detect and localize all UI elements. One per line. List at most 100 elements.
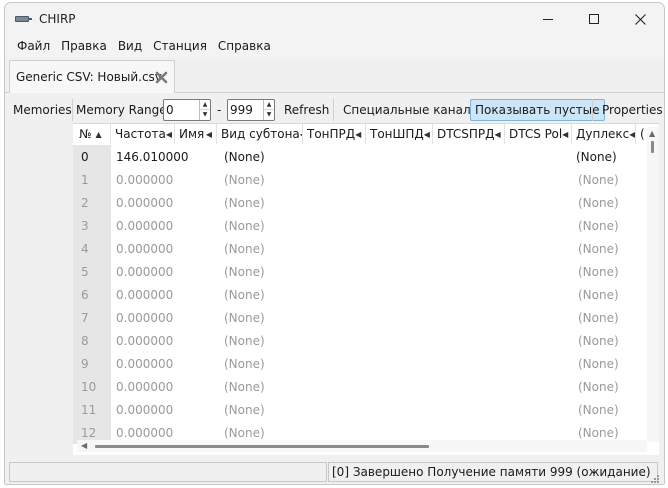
range-to-input[interactable] <box>230 102 260 118</box>
vertical-scrollbar[interactable]: ▲ <box>647 127 659 442</box>
cell-tone-mode[interactable]: (None) <box>224 306 265 329</box>
column-header-sql-tone[interactable]: ТонШПД ◀ <box>366 124 433 144</box>
close-tab-icon[interactable] <box>155 71 168 84</box>
cell-frequency[interactable]: 0.000000 <box>116 260 173 283</box>
properties-tab[interactable]: Properties <box>602 95 663 125</box>
horizontal-scrollbar[interactable]: ◀ <box>77 440 647 452</box>
table-row[interactable]: 1 0.000000 (None) (None) <box>73 168 659 191</box>
menu-help[interactable]: Справка <box>213 39 276 53</box>
cell-duplex[interactable]: (None) <box>578 329 619 352</box>
show-empty-toggle[interactable]: Показывать пустые <box>470 99 605 121</box>
title-bar[interactable]: CHIRP <box>5 3 664 35</box>
spin-down-icon[interactable]: ▼ <box>264 110 274 120</box>
cell-tone-mode[interactable]: (None) <box>224 329 265 352</box>
spin-up-icon[interactable]: ▲ <box>200 100 210 110</box>
column-resize-icon: ◀ <box>355 129 362 139</box>
cell-frequency[interactable]: 0.000000 <box>116 398 173 421</box>
menu-file[interactable]: Файл <box>12 39 55 53</box>
cell-tone-mode[interactable]: (None) <box>224 237 265 260</box>
cell-frequency[interactable]: 0.000000 <box>116 329 173 352</box>
column-header-duplex[interactable]: Дуплекс ◀ <box>572 124 636 144</box>
memory-range-label: Memory Range: <box>76 103 171 117</box>
cell-duplex[interactable]: (None) <box>578 375 619 398</box>
cell-duplex[interactable]: (None) <box>578 237 619 260</box>
tab-strip: Generic CSV: Новый.csv <box>5 57 664 93</box>
cell-tone-mode[interactable]: (None) <box>224 398 265 421</box>
cell-duplex[interactable]: (None) <box>578 191 619 214</box>
cell-tone-mode[interactable]: (None) <box>224 283 265 306</box>
column-header-tone-mode[interactable]: Вид субтона◀ <box>217 124 303 144</box>
cell-duplex[interactable]: (None) <box>578 306 619 329</box>
cell-duplex[interactable]: (None) <box>576 145 617 168</box>
table-row[interactable]: 3 0.000000 (None) (None) <box>73 214 659 237</box>
cell-frequency[interactable]: 0.000000 <box>116 191 173 214</box>
menu-edit[interactable]: Правка <box>56 39 112 53</box>
vertical-scroll-thumb[interactable] <box>651 141 654 153</box>
table-row[interactable]: 4 0.000000 (None) (None) <box>73 237 659 260</box>
column-header-dtcs-pol[interactable]: DTCS Pol ◀ <box>505 124 572 144</box>
table-row[interactable]: 2 0.000000 (None) (None) <box>73 191 659 214</box>
refresh-button[interactable]: Refresh <box>284 95 329 125</box>
grid-header: №▲ Частота◀ Имя◀ Вид субтона◀ ТонПРД◀ То… <box>73 124 659 144</box>
spin-up-icon[interactable]: ▲ <box>264 100 274 110</box>
range-from-spinner[interactable]: ▲ ▼ <box>163 99 211 121</box>
scroll-up-icon[interactable]: ▲ <box>649 129 655 138</box>
cell-frequency[interactable]: 0.000000 <box>116 283 173 306</box>
close-window-button[interactable] <box>617 3 663 35</box>
cell-tone-mode[interactable]: (None) <box>224 352 265 375</box>
range-to-spinner[interactable]: ▲ ▼ <box>227 99 275 121</box>
spin-down-icon[interactable]: ▼ <box>200 110 210 120</box>
window-title: CHIRP <box>39 12 76 26</box>
cell-frequency[interactable]: 0.000000 <box>116 214 173 237</box>
range-from-input[interactable] <box>166 102 196 118</box>
table-row[interactable]: 6 0.000000 (None) (None) <box>73 283 659 306</box>
tab-memories[interactable]: Memories <box>13 95 72 125</box>
special-channels-button[interactable]: Специальные каналы <box>343 95 480 125</box>
resize-grip-icon[interactable] <box>650 474 660 484</box>
table-row[interactable]: 10 0.000000 (None) (None) <box>73 375 659 398</box>
cell-duplex[interactable]: (None) <box>578 168 619 191</box>
column-header-tx-tone[interactable]: ТонПРД ◀ <box>303 124 366 144</box>
table-row[interactable]: 11 0.000000 (None) (None) <box>73 398 659 421</box>
cell-tone-mode[interactable]: (None) <box>224 260 265 283</box>
column-header-dtcs-tx[interactable]: DTCSПРД ◀ <box>433 124 505 144</box>
cell-duplex[interactable]: (None) <box>578 260 619 283</box>
maximize-icon <box>589 14 599 24</box>
tab-generic-csv[interactable]: Generic CSV: Новый.csv <box>9 60 175 93</box>
scroll-left-icon[interactable]: ◀ <box>81 441 87 450</box>
column-header-number[interactable]: № ▲ <box>73 124 111 144</box>
cell-frequency[interactable]: 0.000000 <box>116 375 173 398</box>
table-row[interactable]: 0 146.010000 (None) (None) <box>73 145 659 168</box>
cell-duplex[interactable]: (None) <box>578 283 619 306</box>
column-resize-icon: ◀ <box>562 129 569 139</box>
menu-view[interactable]: Вид <box>113 39 147 53</box>
column-header-name[interactable]: Имя ◀ <box>175 124 217 144</box>
cell-duplex[interactable]: (None) <box>578 398 619 421</box>
cell-tone-mode[interactable]: (None) <box>224 145 265 168</box>
row-number: 0 <box>73 145 111 168</box>
cell-tone-mode[interactable]: (None) <box>224 168 265 191</box>
table-row[interactable]: 5 0.000000 (None) (None) <box>73 260 659 283</box>
memory-grid[interactable]: №▲ Частота◀ Имя◀ Вид субтона◀ ТонПРД◀ То… <box>73 123 659 455</box>
cell-frequency[interactable]: 0.000000 <box>116 306 173 329</box>
horizontal-scroll-thumb[interactable] <box>95 445 429 448</box>
cell-tone-mode[interactable]: (None) <box>224 375 265 398</box>
cell-frequency[interactable]: 0.000000 <box>116 352 173 375</box>
cell-duplex[interactable]: (None) <box>578 352 619 375</box>
cell-frequency[interactable]: 0.000000 <box>116 237 173 260</box>
maximize-button[interactable] <box>571 3 617 35</box>
column-resize-icon: ◀ <box>205 129 212 139</box>
sort-ascending-icon: ▲ <box>95 129 102 139</box>
cell-duplex[interactable]: (None) <box>578 214 619 237</box>
minimize-button[interactable] <box>525 3 571 35</box>
table-row[interactable]: 7 0.000000 (None) (None) <box>73 306 659 329</box>
row-number: 3 <box>73 214 111 237</box>
table-row[interactable]: 8 0.000000 (None) (None) <box>73 329 659 352</box>
column-header-frequency[interactable]: Частота ◀ <box>111 124 175 144</box>
cell-frequency[interactable]: 146.010000 <box>116 145 189 168</box>
cell-frequency[interactable]: 0.000000 <box>116 168 173 191</box>
cell-tone-mode[interactable]: (None) <box>224 191 265 214</box>
cell-tone-mode[interactable]: (None) <box>224 214 265 237</box>
table-row[interactable]: 9 0.000000 (None) (None) <box>73 352 659 375</box>
menu-radio[interactable]: Станция <box>148 39 212 53</box>
